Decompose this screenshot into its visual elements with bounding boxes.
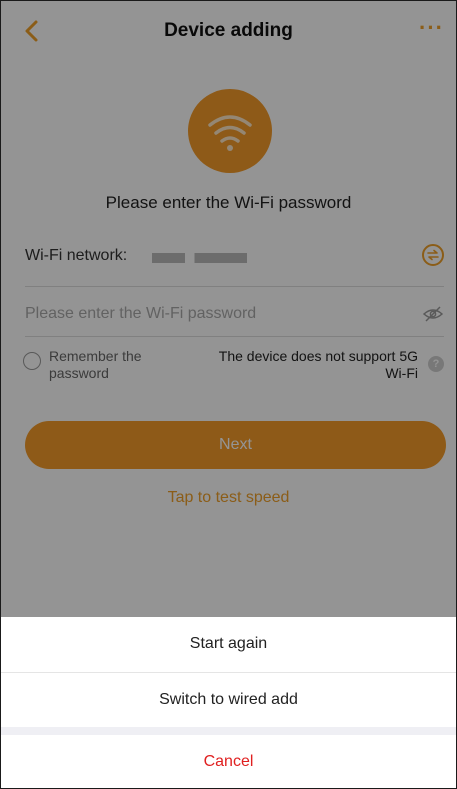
sheet-separator	[1, 727, 456, 735]
start-again-option[interactable]: Start again	[1, 617, 456, 671]
switch-wired-option[interactable]: Switch to wired add	[1, 672, 456, 727]
action-sheet: Start again Switch to wired add Cancel	[1, 617, 456, 788]
cancel-button[interactable]: Cancel	[1, 735, 456, 788]
phone-frame: Device adding ··· Please enter the Wi-Fi…	[0, 0, 457, 789]
